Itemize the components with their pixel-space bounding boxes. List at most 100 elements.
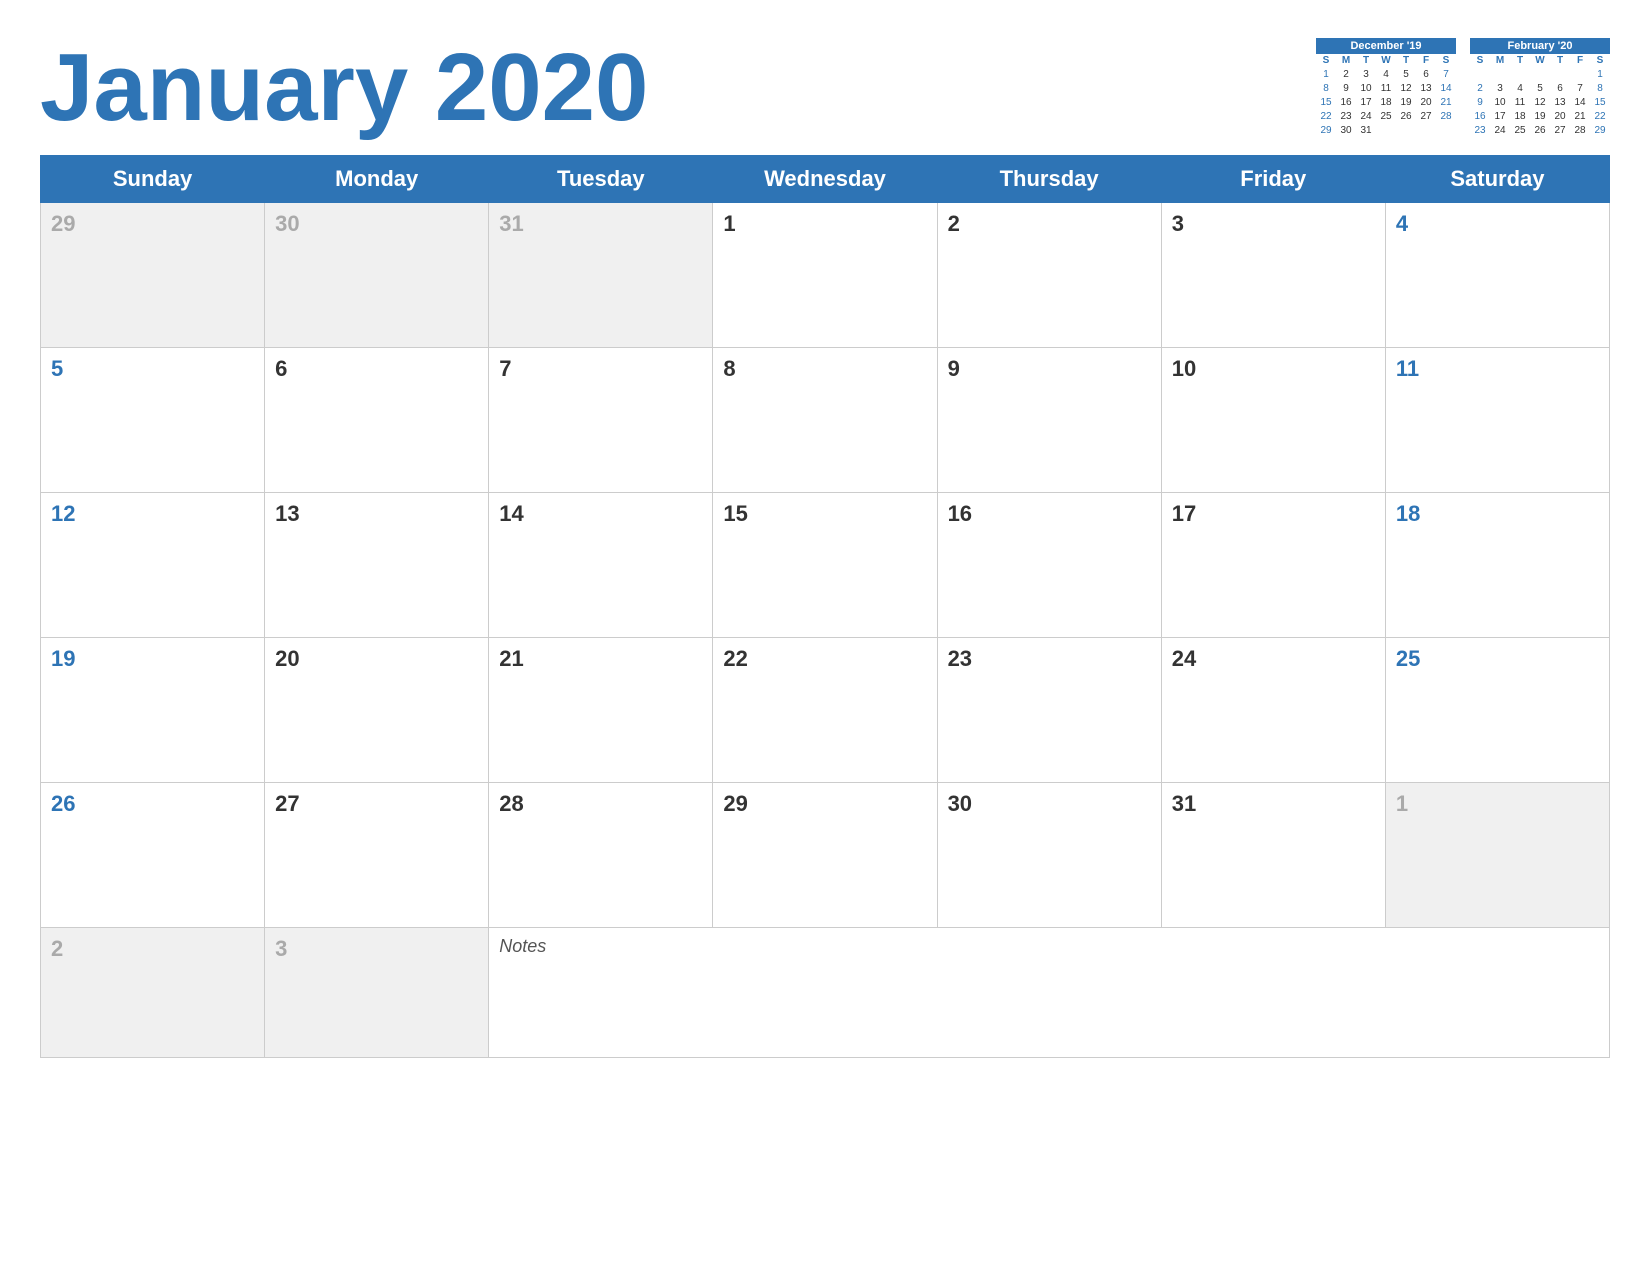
day-number: 20 xyxy=(275,646,299,671)
day-number: 8 xyxy=(723,356,735,381)
mc-day: 13 xyxy=(1416,82,1436,95)
notes-cell[interactable]: Notes xyxy=(489,928,1610,1058)
mc-day xyxy=(1490,68,1510,81)
day-cell-jan7[interactable]: 7 xyxy=(489,348,713,493)
day-cell-jan18[interactable]: 18 xyxy=(1385,493,1609,638)
mc-day: 23 xyxy=(1336,110,1356,123)
day-cell-jan29[interactable]: 29 xyxy=(713,783,937,928)
day-cell-dec29[interactable]: 29 xyxy=(41,203,265,348)
mc-day: 26 xyxy=(1396,110,1416,123)
col-thursday: Thursday xyxy=(937,156,1161,203)
mc-day: 2 xyxy=(1470,82,1490,95)
day-cell-jan17[interactable]: 17 xyxy=(1161,493,1385,638)
mc-day: 20 xyxy=(1416,96,1436,109)
day-cell-jan4[interactable]: 4 xyxy=(1385,203,1609,348)
mc-day xyxy=(1436,124,1456,137)
mc-day: 6 xyxy=(1416,68,1436,81)
day-cell-feb3[interactable]: 3 xyxy=(265,928,489,1058)
day-cell-feb1[interactable]: 1 xyxy=(1385,783,1609,928)
mc-day: 27 xyxy=(1550,124,1570,137)
day-cell-jan9[interactable]: 9 xyxy=(937,348,1161,493)
day-cell-jan16[interactable]: 16 xyxy=(937,493,1161,638)
mc-day: 21 xyxy=(1436,96,1456,109)
mc-day: 24 xyxy=(1356,110,1376,123)
day-number: 1 xyxy=(723,211,735,236)
day-cell-jan28[interactable]: 28 xyxy=(489,783,713,928)
day-cell-jan23[interactable]: 23 xyxy=(937,638,1161,783)
day-cell-jan11[interactable]: 11 xyxy=(1385,348,1609,493)
day-cell-jan6[interactable]: 6 xyxy=(265,348,489,493)
day-cell-jan24[interactable]: 24 xyxy=(1161,638,1385,783)
day-cell-jan5[interactable]: 5 xyxy=(41,348,265,493)
mc-day: 28 xyxy=(1570,124,1590,137)
day-cell-jan21[interactable]: 21 xyxy=(489,638,713,783)
mc-day: 2 xyxy=(1336,68,1356,81)
mc-day: 8 xyxy=(1316,82,1336,95)
mc-day: 22 xyxy=(1590,110,1610,123)
mc-day: 27 xyxy=(1416,110,1436,123)
mc-day xyxy=(1416,124,1436,137)
mc-day: 15 xyxy=(1590,96,1610,109)
day-cell-dec30[interactable]: 30 xyxy=(265,203,489,348)
mc-day: 12 xyxy=(1530,96,1550,109)
day-cell-jan13[interactable]: 13 xyxy=(265,493,489,638)
day-cell-jan30[interactable]: 30 xyxy=(937,783,1161,928)
day-number: 7 xyxy=(499,356,511,381)
day-number: 4 xyxy=(1396,211,1408,236)
day-number: 12 xyxy=(51,501,75,526)
mc-day: 29 xyxy=(1316,124,1336,137)
calendar-row-4: 19 20 21 22 23 24 25 xyxy=(41,638,1610,783)
day-cell-jan25[interactable]: 25 xyxy=(1385,638,1609,783)
day-cell-jan1[interactable]: 1 xyxy=(713,203,937,348)
mc-day: 3 xyxy=(1356,68,1376,81)
day-cell-jan20[interactable]: 20 xyxy=(265,638,489,783)
weekday-header-row: Sunday Monday Tuesday Wednesday Thursday… xyxy=(41,156,1610,203)
mc-day: 11 xyxy=(1510,96,1530,109)
day-cell-jan15[interactable]: 15 xyxy=(713,493,937,638)
day-cell-feb2[interactable]: 2 xyxy=(41,928,265,1058)
day-number: 1 xyxy=(1396,791,1408,816)
page-title: January 2020 xyxy=(40,30,648,136)
mc-day xyxy=(1550,68,1570,81)
day-cell-jan22[interactable]: 22 xyxy=(713,638,937,783)
mc-day: 12 xyxy=(1396,82,1416,95)
mc-hdr: F xyxy=(1570,54,1590,67)
mc-day: 1 xyxy=(1590,68,1610,81)
mc-hdr: W xyxy=(1376,54,1396,67)
day-number: 28 xyxy=(499,791,523,816)
day-cell-jan3[interactable]: 3 xyxy=(1161,203,1385,348)
mc-day: 5 xyxy=(1530,82,1550,95)
day-cell-jan12[interactable]: 12 xyxy=(41,493,265,638)
mini-cal-feb: February '20 S M T W T F S 1 2 3 4 5 xyxy=(1470,38,1610,137)
day-cell-jan27[interactable]: 27 xyxy=(265,783,489,928)
day-cell-jan14[interactable]: 14 xyxy=(489,493,713,638)
day-number: 30 xyxy=(275,211,299,236)
mc-day: 15 xyxy=(1316,96,1336,109)
day-number: 23 xyxy=(948,646,972,671)
day-cell-jan19[interactable]: 19 xyxy=(41,638,265,783)
mc-hdr: S xyxy=(1590,54,1610,67)
mc-day: 8 xyxy=(1590,82,1610,95)
day-number: 11 xyxy=(1396,356,1419,381)
day-cell-jan26[interactable]: 26 xyxy=(41,783,265,928)
mc-day: 28 xyxy=(1436,110,1456,123)
col-friday: Friday xyxy=(1161,156,1385,203)
day-cell-jan31[interactable]: 31 xyxy=(1161,783,1385,928)
mc-day: 14 xyxy=(1570,96,1590,109)
day-cell-jan8[interactable]: 8 xyxy=(713,348,937,493)
day-number: 25 xyxy=(1396,646,1420,671)
mc-day: 19 xyxy=(1396,96,1416,109)
mc-hdr: T xyxy=(1510,54,1530,67)
day-number: 10 xyxy=(1172,356,1196,381)
day-number: 15 xyxy=(723,501,747,526)
day-cell-dec31[interactable]: 31 xyxy=(489,203,713,348)
day-cell-jan2[interactable]: 2 xyxy=(937,203,1161,348)
mc-day: 10 xyxy=(1356,82,1376,95)
day-number: 9 xyxy=(948,356,960,381)
mc-hdr: T xyxy=(1396,54,1416,67)
day-number: 24 xyxy=(1172,646,1196,671)
col-wednesday: Wednesday xyxy=(713,156,937,203)
mc-day: 22 xyxy=(1316,110,1336,123)
day-cell-jan10[interactable]: 10 xyxy=(1161,348,1385,493)
calendar-table: Sunday Monday Tuesday Wednesday Thursday… xyxy=(40,155,1610,1058)
